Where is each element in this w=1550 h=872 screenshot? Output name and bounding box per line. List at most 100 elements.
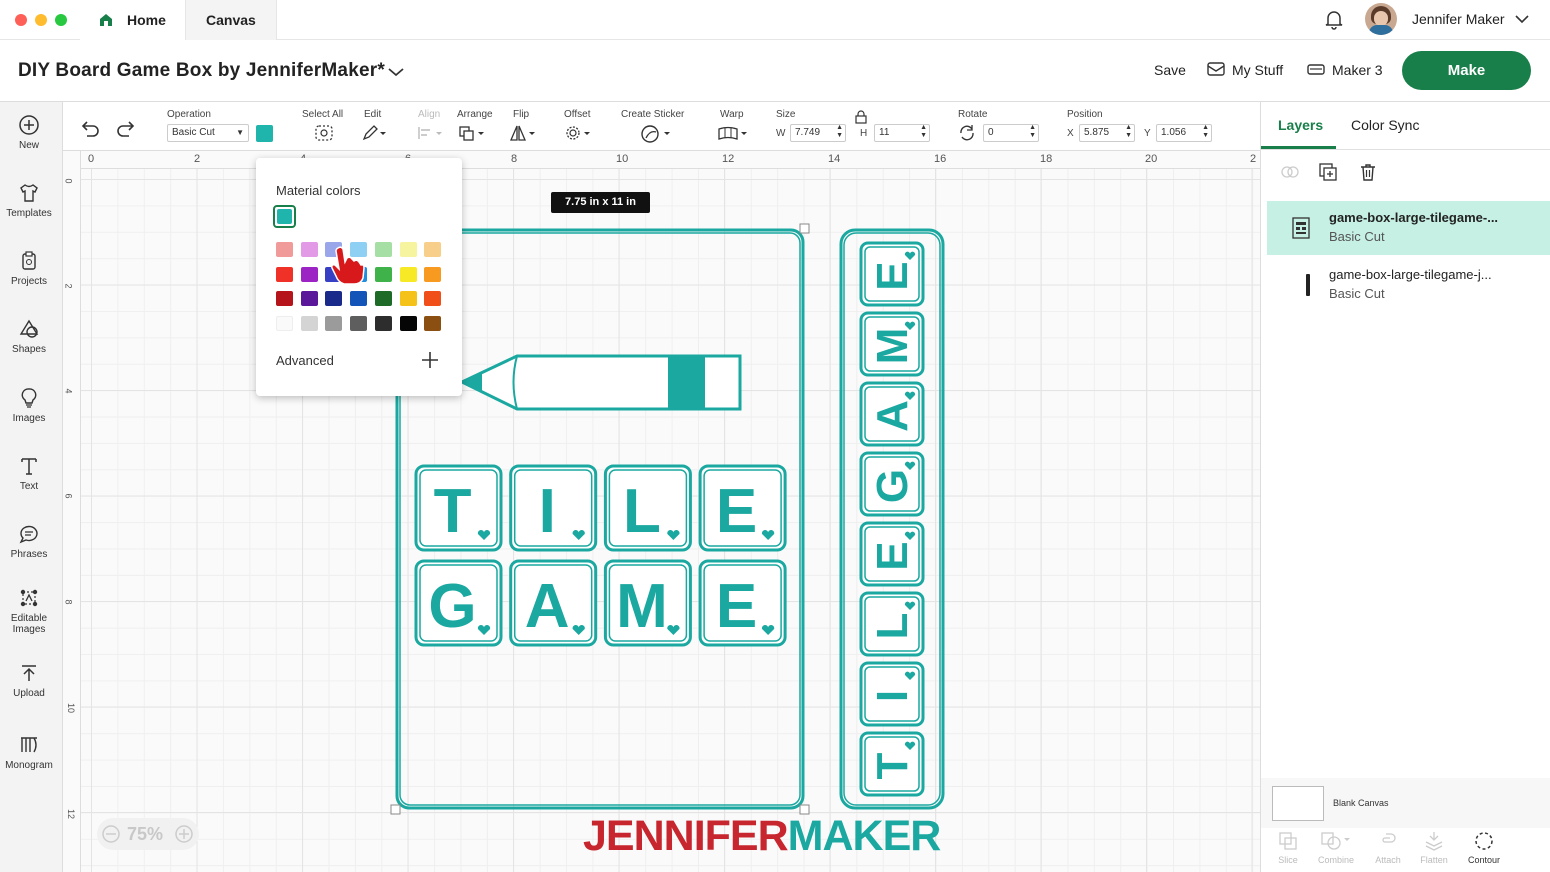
chevron-down-icon[interactable] [1515,14,1529,24]
bottom-tool-attach[interactable]: Attach [1370,830,1406,865]
color-swatch[interactable] [300,242,318,257]
width-input[interactable]: 7.749 ▲ ▼ [790,124,846,142]
color-swatch[interactable] [424,291,442,306]
bell-icon[interactable] [1323,8,1345,30]
sidebar-item-editable-images[interactable]: Editable Images [0,587,58,635]
stepper-icon[interactable]: ▲ ▼ [920,124,927,140]
color-swatch[interactable] [399,291,417,306]
color-swatch[interactable] [424,315,442,331]
tab-color-sync[interactable]: Color Sync [1351,117,1419,133]
shirt-icon [20,184,38,202]
undo-icon[interactable] [79,120,101,138]
sidebar-item-shapes[interactable]: Shapes [0,318,58,355]
height-input[interactable]: 11 ▲ ▼ [874,124,930,142]
sidebar-item-upload[interactable]: Upload [0,662,58,699]
zoom-in-icon[interactable] [174,824,194,844]
sticker-icon[interactable] [639,124,673,144]
stepper-icon[interactable]: ▲ ▼ [1202,124,1209,140]
machine-button[interactable]: Maker 3 [1332,62,1383,78]
color-swatch[interactable] [276,242,293,257]
color-swatch[interactable] [276,291,293,306]
color-swatch[interactable] [424,266,442,282]
user-name[interactable]: Jennifer Maker [1412,11,1505,27]
group-icon[interactable] [1280,162,1300,182]
color-swatch[interactable] [300,315,318,331]
blank-canvas-swatch[interactable] [1272,786,1324,821]
color-swatch[interactable] [399,242,417,257]
tab-layers[interactable]: Layers [1278,117,1323,133]
color-swatch[interactable] [276,315,293,331]
x-input[interactable]: 5.875 ▲ ▼ [1079,124,1135,142]
color-swatch[interactable] [300,291,318,306]
ruler-tick: 0 [63,178,74,184]
stepper-icon[interactable]: ▲ ▼ [836,124,843,140]
color-swatch[interactable] [276,266,293,282]
plus-icon[interactable] [421,351,439,369]
bottom-tool-contour[interactable]: Contour [1462,830,1506,865]
operation-color-swatch[interactable] [256,125,273,142]
color-swatch[interactable] [374,242,392,257]
color-swatch[interactable] [374,266,392,282]
select-all-icon[interactable] [314,124,334,142]
project-title[interactable]: DIY Board Game Box by JenniferMaker* [18,60,385,82]
ruler-tick: 8 [63,599,74,605]
minimize-window-button[interactable] [35,14,47,26]
layer-thumbnail-icon [1306,274,1310,296]
operation-select[interactable]: Basic Cut ▼ [167,124,249,142]
flip-icon[interactable] [509,124,537,142]
bottom-tool-flatten[interactable]: Flatten [1415,830,1453,865]
blank-canvas-row[interactable]: Blank Canvas [1261,778,1550,828]
sidebar-item-templates[interactable]: Templates [0,182,58,219]
bottom-tool-slice[interactable]: Slice [1272,830,1304,865]
close-window-button[interactable] [15,14,27,26]
caret-down-icon: ▼ [236,128,244,137]
save-button[interactable]: Save [1154,62,1186,78]
paperclip-icon [1382,833,1396,843]
color-swatch[interactable] [399,315,417,331]
rotate-input[interactable]: 0 ▲ ▼ [983,124,1039,142]
pencil-icon[interactable] [360,124,388,142]
avatar[interactable] [1365,3,1397,35]
make-button[interactable]: Make [1402,51,1531,90]
offset-icon[interactable] [564,124,592,142]
stepper-icon[interactable]: ▲ ▼ [1125,124,1132,140]
lock-icon[interactable] [855,110,867,124]
color-swatch[interactable] [325,291,343,306]
duplicate-icon[interactable] [1318,162,1338,182]
sidebar-item-phrases[interactable]: Phrases [0,523,58,560]
tab-home[interactable]: Home [80,0,185,40]
advanced-label[interactable]: Advanced [276,353,334,368]
color-swatch[interactable] [325,315,343,331]
color-swatch[interactable] [300,266,318,282]
color-swatch[interactable] [350,291,368,306]
chevron-down-icon[interactable] [388,67,404,77]
color-swatch[interactable] [374,315,392,331]
trash-icon[interactable] [1358,162,1378,182]
color-swatch[interactable] [350,315,368,331]
redo-icon[interactable] [115,120,137,138]
sidebar-item-text[interactable]: Text [0,455,58,492]
warp-icon[interactable] [717,124,751,142]
color-swatch[interactable] [399,266,417,282]
stepper-icon[interactable]: ▲ ▼ [1029,124,1036,140]
color-swatch[interactable] [374,291,392,306]
align-icon[interactable] [416,124,444,142]
my-stuff-button[interactable]: My Stuff [1232,62,1283,78]
sidebar-item-projects[interactable]: Projects [0,250,58,287]
sidebar-item-new[interactable]: New [0,114,58,151]
zoom-out-icon[interactable] [101,824,121,844]
maximize-window-button[interactable] [55,14,67,26]
sidebar-item-images[interactable]: Images [0,387,58,424]
tab-canvas[interactable]: Canvas [185,0,277,40]
y-input[interactable]: 1.056 ▲ ▼ [1156,124,1212,142]
bottom-tool-combine[interactable]: Combine [1313,830,1359,865]
arrange-icon[interactable] [458,124,486,142]
layer-item[interactable]: game-box-large-tilegame-j... Basic Cut [1267,258,1550,312]
ruler-tick: 6 [63,493,74,499]
selected-color-swatch[interactable] [273,205,296,228]
sidebar-item-monogram[interactable]: Monogram [0,734,58,771]
design-canvas[interactable]: 0 2 4 6 8 10 12 14 16 18 20 2 0 2 4 6 8 … [63,151,1260,872]
rotate-icon[interactable] [958,124,976,142]
color-swatch[interactable] [424,242,442,257]
layer-item[interactable]: game-box-large-tilegame-... Basic Cut [1267,201,1550,255]
